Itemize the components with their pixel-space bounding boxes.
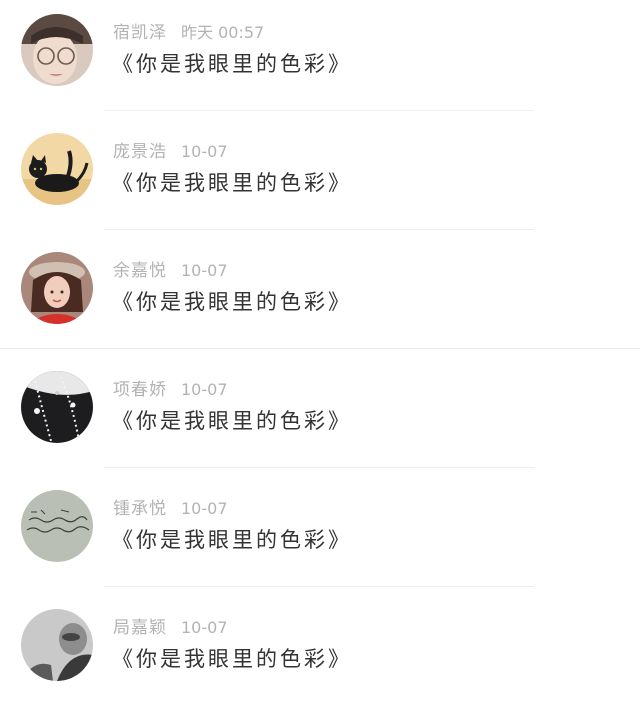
comment-text: 《你是我眼里的色彩》 xyxy=(112,290,352,314)
avatar[interactable] xyxy=(21,14,93,86)
avatar-photo-girl-hat xyxy=(21,252,93,324)
comment-time: 10-07 xyxy=(181,499,228,518)
comment-text: 《你是我眼里的色彩》 xyxy=(112,171,352,195)
avatar[interactable] xyxy=(21,252,93,324)
divider xyxy=(0,348,640,349)
comment-meta: 宿凯泽 昨天 00:57 xyxy=(113,18,265,43)
avatar-photo-grayscale-person xyxy=(21,609,93,681)
avatar-photo-handwriting xyxy=(21,490,93,562)
divider xyxy=(104,586,534,587)
comment-item[interactable]: 余嘉悦 10-07 《你是我眼里的色彩》 xyxy=(0,238,640,357)
comment-item[interactable]: 项春娇 10-07 《你是我眼里的色彩》 xyxy=(0,357,640,476)
divider xyxy=(104,110,534,111)
avatar-photo-black-cat xyxy=(21,133,93,205)
comment-time: 10-07 xyxy=(181,380,228,399)
avatar[interactable] xyxy=(21,371,93,443)
commenter-name[interactable]: 锺承悦 xyxy=(113,499,167,519)
divider xyxy=(104,229,534,230)
avatar[interactable] xyxy=(21,490,93,562)
commenter-name[interactable]: 局嘉颖 xyxy=(113,618,167,638)
commenter-name[interactable]: 庞景浩 xyxy=(113,142,167,162)
comment-time: 昨天 00:57 xyxy=(181,23,265,42)
commenter-name[interactable]: 宿凯泽 xyxy=(113,23,167,43)
commenter-name[interactable]: 余嘉悦 xyxy=(113,261,167,281)
commenter-name[interactable]: 项春娇 xyxy=(113,380,167,400)
comment-item[interactable]: 宿凯泽 昨天 00:57 《你是我眼里的色彩》 xyxy=(0,0,640,119)
comment-meta: 锺承悦 10-07 xyxy=(113,494,228,519)
comment-meta: 局嘉颖 10-07 xyxy=(113,613,228,638)
comment-meta: 余嘉悦 10-07 xyxy=(113,256,228,281)
avatar[interactable] xyxy=(21,609,93,681)
comment-time: 10-07 xyxy=(181,142,228,161)
comment-text: 《你是我眼里的色彩》 xyxy=(112,409,352,433)
comment-meta: 庞景浩 10-07 xyxy=(113,137,228,162)
comment-time: 10-07 xyxy=(181,261,228,280)
divider xyxy=(104,467,534,468)
avatar-photo-person-glasses xyxy=(21,14,93,86)
comment-text: 《你是我眼里的色彩》 xyxy=(112,52,352,76)
avatar[interactable] xyxy=(21,133,93,205)
comment-text: 《你是我眼里的色彩》 xyxy=(112,647,352,671)
comment-time: 10-07 xyxy=(181,618,228,637)
avatar-photo-pearl-necklace xyxy=(21,371,93,443)
comment-item[interactable]: 锺承悦 10-07 《你是我眼里的色彩》 xyxy=(0,476,640,595)
comment-list: 宿凯泽 昨天 00:57 《你是我眼里的色彩》 庞景浩 10-07 《你是我眼里的色… xyxy=(0,0,640,700)
comment-text: 《你是我眼里的色彩》 xyxy=(112,528,352,552)
comment-item[interactable]: 局嘉颖 10-07 《你是我眼里的色彩》 xyxy=(0,595,640,714)
comment-item[interactable]: 庞景浩 10-07 《你是我眼里的色彩》 xyxy=(0,119,640,238)
comment-meta: 项春娇 10-07 xyxy=(113,375,228,400)
